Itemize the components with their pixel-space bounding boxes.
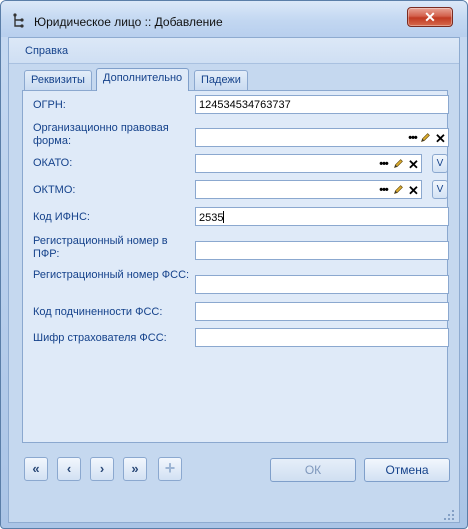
oktmo-label: ОКТМО:	[33, 184, 76, 196]
menu-item-help[interactable]: Справка	[25, 45, 68, 57]
pencil-icon[interactable]	[418, 130, 433, 145]
dialog-window: Юридическое лицо :: Добавление ✕ Справка…	[0, 0, 468, 529]
okato-label: ОКАТО:	[33, 157, 73, 169]
title-bar[interactable]: Юридическое лицо :: Добавление ✕	[1, 1, 467, 37]
kod-ifns-input[interactable]: 2535	[195, 207, 449, 226]
tab-panel-dopolnitelno: ОГРН: 124534534763737 Организационно пра…	[22, 90, 449, 443]
dialog-client-area: Справка Реквизиты Дополнительно Падежи О…	[8, 37, 460, 523]
org-form-label: Организационно правовая форма:	[33, 122, 169, 147]
resize-grip-icon[interactable]	[443, 509, 455, 521]
pencil-icon[interactable]	[391, 182, 406, 197]
okato-input[interactable]: ••• ✕	[195, 154, 422, 173]
menu-bar: Справка	[9, 38, 459, 64]
ellipsis-icon[interactable]: •••	[376, 182, 391, 197]
kod-fss-label: Код подчиненности ФСС:	[33, 306, 163, 318]
hierarchy-icon	[13, 13, 24, 28]
org-form-input[interactable]: ••• ✕	[195, 128, 449, 147]
reg-pfr-input[interactable]	[195, 241, 449, 260]
kod-ifns-label: Код ИФНС:	[33, 211, 90, 223]
pencil-icon[interactable]	[391, 156, 406, 171]
ogrn-label: ОГРН:	[33, 99, 66, 111]
next-record-button[interactable]: ›	[90, 457, 114, 481]
prev-record-button[interactable]: ‹	[57, 457, 81, 481]
ok-button[interactable]: ОК	[270, 458, 356, 482]
okato-v-button[interactable]: V	[432, 154, 448, 173]
tab-rekvizity[interactable]: Реквизиты	[24, 70, 92, 90]
cancel-button[interactable]: Отмена	[364, 458, 450, 482]
text-caret	[223, 211, 225, 223]
tab-dopolnitelno[interactable]: Дополнительно	[96, 68, 190, 91]
plus-icon[interactable]: +	[158, 457, 182, 481]
ellipsis-icon[interactable]: •••	[376, 156, 391, 171]
first-record-button[interactable]: «	[24, 457, 48, 481]
ogrn-input[interactable]: 124534534763737	[195, 95, 449, 114]
kod-fss-input[interactable]	[195, 302, 449, 321]
last-record-button[interactable]: »	[123, 457, 147, 481]
bottom-toolbar: « ‹ › » + ОК Отмена	[9, 448, 459, 524]
reg-fss-input[interactable]	[195, 275, 449, 294]
close-button[interactable]: ✕	[407, 7, 453, 27]
oktmo-input[interactable]: ••• ✕	[195, 180, 422, 199]
clear-icon[interactable]: ✕	[406, 182, 421, 198]
window-title: Юридическое лицо :: Добавление	[34, 15, 223, 29]
clear-icon[interactable]: ✕	[433, 130, 448, 146]
oktmo-v-button[interactable]: V	[432, 180, 448, 199]
reg-pfr-label: Регистрационный номер в ПФР:	[33, 235, 168, 260]
tab-padezhi[interactable]: Падежи	[194, 70, 248, 90]
reg-fss-label: Регистрационный номер ФСС:	[33, 269, 190, 281]
shifr-fss-input[interactable]	[195, 328, 449, 347]
clear-icon[interactable]: ✕	[406, 156, 421, 172]
shifr-fss-label: Шифр страхователя ФСС:	[33, 332, 167, 344]
